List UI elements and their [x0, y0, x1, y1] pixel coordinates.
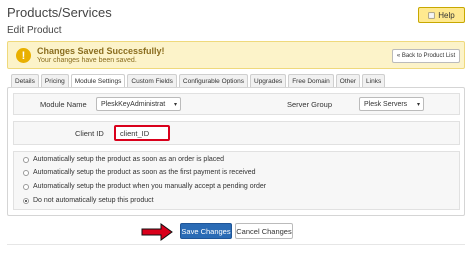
server-group-label: Server Group	[287, 100, 333, 109]
server-group-value: Plesk Servers	[364, 100, 408, 108]
bottom-divider	[7, 244, 465, 245]
warning-icon: !	[16, 48, 31, 63]
tab-module-settings[interactable]: Module Settings	[70, 74, 126, 88]
setup-option-label: Automatically setup the product as soon …	[33, 156, 225, 163]
radio-button-selected[interactable]	[23, 197, 29, 204]
tab-details[interactable]: Details	[11, 74, 39, 87]
module-name-select[interactable]: PleskKeyAdministrat ▾	[96, 97, 181, 111]
module-name-label: Module Name	[40, 100, 87, 109]
help-icon	[428, 11, 435, 19]
help-button[interactable]: Help	[418, 7, 465, 23]
setup-option-label: Do not automatically setup this product	[33, 197, 154, 204]
setup-option[interactable]: Automatically setup the product as soon …	[23, 156, 224, 163]
tab-pricing[interactable]: Pricing	[40, 74, 69, 87]
back-to-product-list-button[interactable]: « Back to Product List	[392, 49, 460, 63]
setup-option[interactable]: Do not automatically setup this product	[23, 197, 154, 204]
client-id-label: Client ID	[75, 129, 104, 138]
red-arrow-icon	[141, 223, 173, 241]
client-id-box: Client ID	[13, 121, 460, 145]
chevron-down-icon: ▾	[416, 102, 420, 108]
tab-configurable-options[interactable]: Configurable Options	[178, 74, 248, 87]
radio-button[interactable]	[23, 183, 29, 190]
radio-button[interactable]	[23, 156, 29, 163]
setup-option-label: Automatically setup the product when you…	[33, 183, 267, 190]
radio-button[interactable]	[23, 169, 29, 176]
page-subtitle: Edit Product	[7, 25, 62, 36]
module-name-value: PleskKeyAdministrat	[101, 100, 166, 108]
setup-options-box: Automatically setup the product as soon …	[13, 151, 460, 210]
setup-option-label: Automatically setup the product as soon …	[33, 169, 256, 176]
save-changes-button[interactable]: Save Changes	[180, 223, 232, 239]
help-label: Help	[438, 10, 455, 20]
page-title: Products/Services	[7, 5, 112, 20]
setup-option[interactable]: Automatically setup the product as soon …	[23, 169, 256, 176]
module-settings-panel: Module Name PleskKeyAdministrat ▾ Server…	[7, 87, 465, 216]
cancel-changes-button[interactable]: Cancel Changes	[235, 223, 293, 239]
chevron-down-icon: ▾	[173, 102, 177, 108]
tab-links[interactable]: Links	[362, 74, 386, 87]
client-id-input[interactable]: client_ID	[114, 125, 170, 141]
server-group-select[interactable]: Plesk Servers ▾	[359, 97, 424, 111]
tab-custom-fields[interactable]: Custom Fields	[127, 74, 177, 87]
tab-free-domain[interactable]: Free Domain	[288, 74, 334, 87]
tab-bar: Details Pricing Module Settings Custom F…	[11, 74, 386, 88]
setup-option[interactable]: Automatically setup the product when you…	[23, 183, 266, 190]
tab-other[interactable]: Other	[335, 74, 361, 87]
tab-upgrades[interactable]: Upgrades	[250, 74, 287, 87]
alert-title: Changes Saved Successfully!	[37, 46, 165, 56]
alert-message: Your changes have been saved.	[37, 57, 137, 64]
module-config-box: Module Name PleskKeyAdministrat ▾ Server…	[13, 93, 460, 115]
